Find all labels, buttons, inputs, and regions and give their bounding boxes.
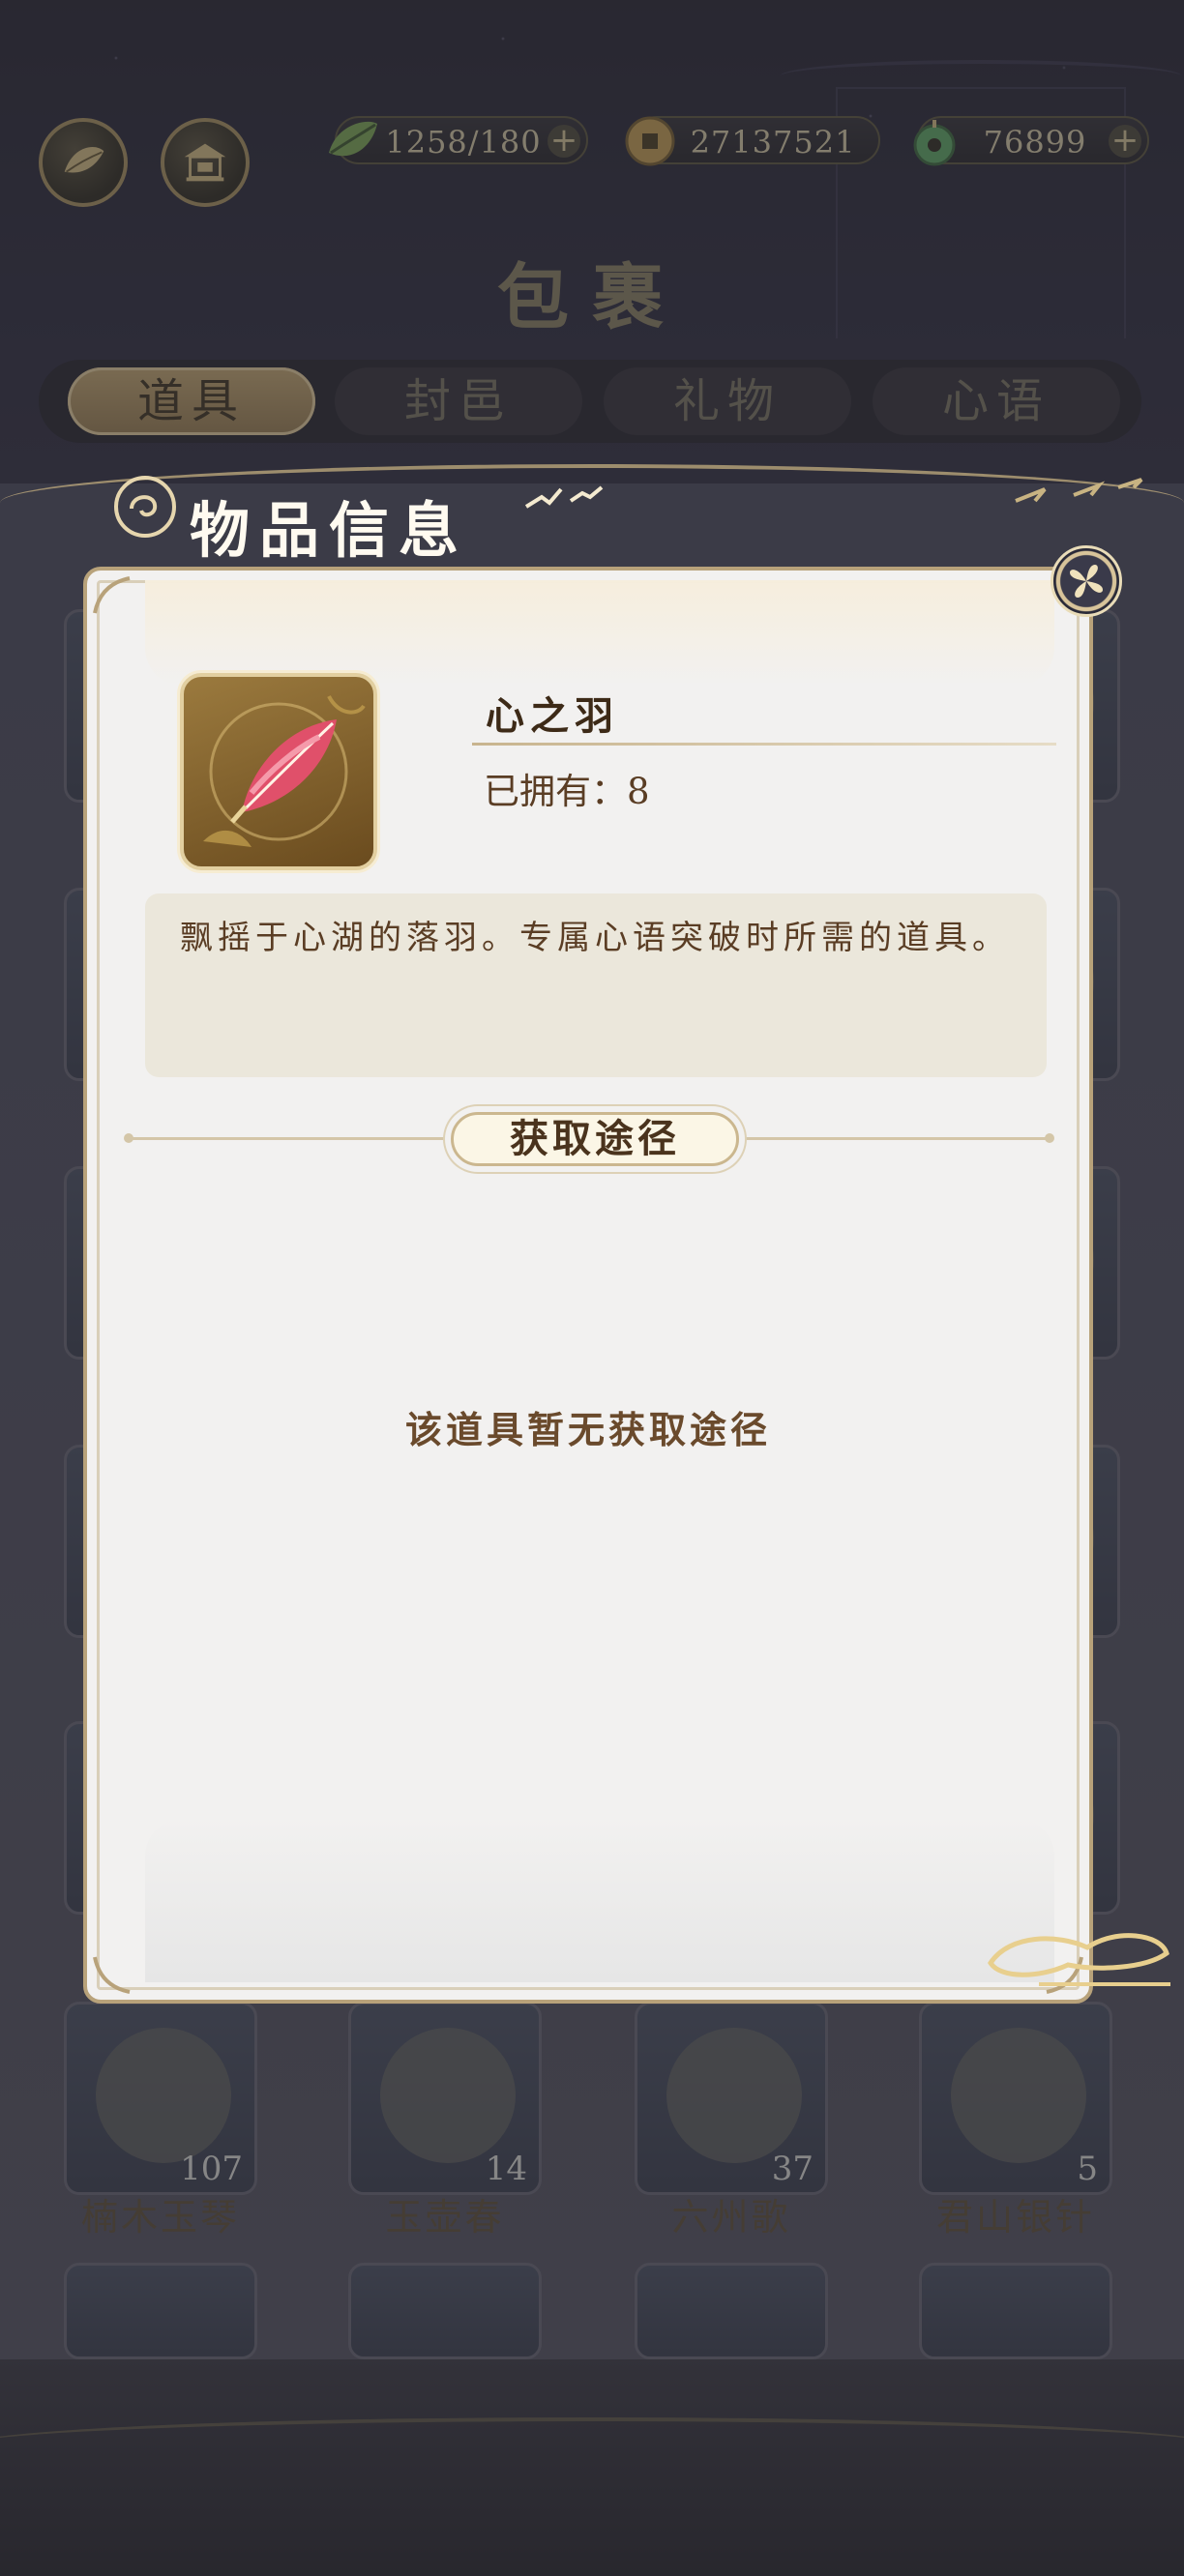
golden-cloud-ornament-icon — [988, 1933, 1170, 1986]
feather-icon — [203, 694, 366, 847]
swirl-ornament-icon — [114, 476, 176, 538]
close-icon — [1070, 565, 1103, 598]
flying-birds-icon — [1015, 478, 1143, 503]
owned-count-row: 已拥有：8 — [484, 762, 650, 814]
item-name: 心之羽 — [486, 693, 619, 739]
item-icon-frame — [180, 673, 377, 870]
description-box: 飘摇于心湖的落羽。专属心语突破时所需的道具。 — [145, 893, 1047, 1077]
corner-ornament-icon — [93, 1956, 131, 1994]
owned-count: 8 — [627, 771, 650, 812]
owned-label: 已拥有： — [484, 771, 627, 812]
cloud-ornament — [145, 1818, 1054, 1982]
item-description: 飘摇于心湖的落羽。专属心语突破时所需的道具。 — [180, 919, 1010, 957]
flying-birds-icon — [524, 485, 604, 509]
divider — [472, 743, 1056, 746]
acquisition-route-heading: 获取途径 — [451, 1112, 739, 1166]
close-button[interactable] — [1051, 545, 1122, 617]
modal-header-title: 物品信息 — [190, 495, 469, 566]
corner-ornament-icon — [93, 576, 131, 614]
no-route-message: 该道具暂无获取途径 — [404, 1408, 771, 1451]
item-info-dialog: 心之羽 已拥有：8 飘摇于心湖的落羽。专属心语突破时所需的道具。 获取途径 该道… — [83, 567, 1093, 2004]
top-ornament — [145, 580, 1054, 687]
divider — [124, 1133, 470, 1143]
divider — [712, 1133, 1054, 1143]
